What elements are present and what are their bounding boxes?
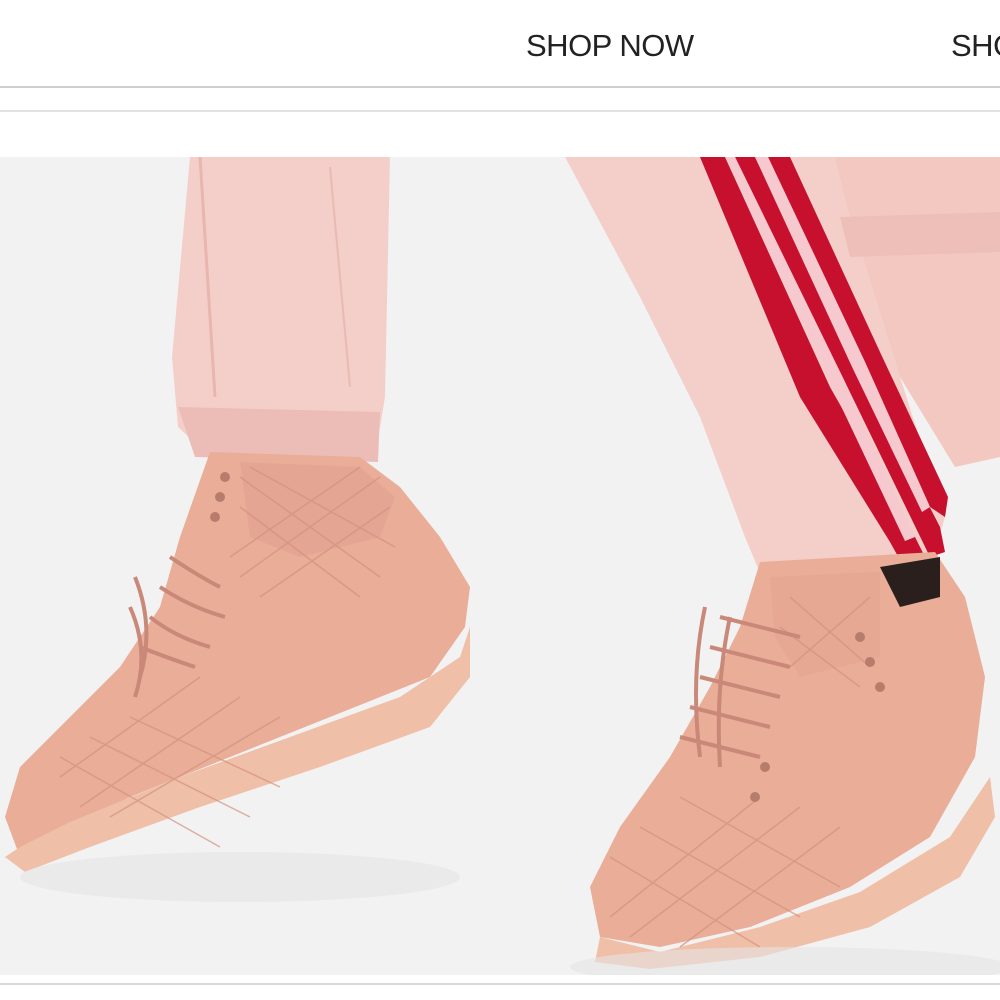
top-navigation-bar: SHOP NOW SHOP NOW: [0, 0, 1000, 88]
bottom-divider: [0, 983, 1000, 985]
page: SHOP NOW SHOP NOW: [0, 0, 1000, 1000]
shop-now-link[interactable]: SHOP NOW: [526, 28, 694, 64]
hero-product-image[interactable]: [0, 157, 1000, 975]
sneaker-photo-illustration: [0, 157, 1000, 975]
shop-now-link-clipped[interactable]: SHOP NOW: [951, 28, 1000, 64]
section-divider: [0, 110, 1000, 112]
